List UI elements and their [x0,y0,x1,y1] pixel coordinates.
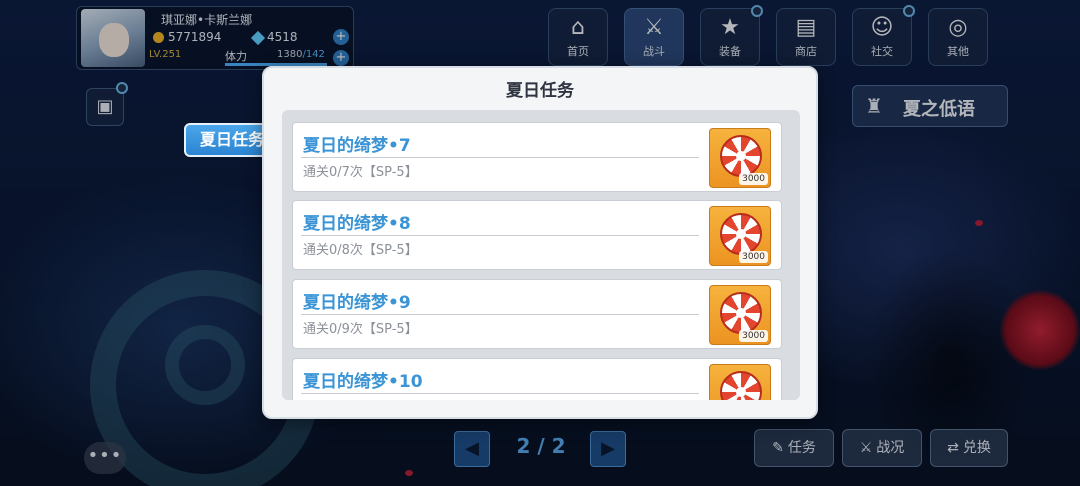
candy-center [736,151,746,161]
reward-item[interactable]: 3000 [709,128,771,188]
reward-item[interactable] [709,364,771,400]
mission-row[interactable]: 夏日的绮梦•10 [292,358,782,400]
mission-name: 夏日的绮梦•10 [303,372,423,392]
reward-count: 3000 [739,330,768,342]
mission-list[interactable]: 夏日的绮梦•7 通关0/7次【SP-5】 3000 夏日的绮梦•8 通关0/8次【SP-… [282,110,800,400]
divider [301,157,699,158]
candy-center [736,229,746,239]
candy-center [736,387,746,397]
summer-mission-dialog: 夏日任务 夏日的绮梦•7 通关0/7次【SP-5】 3000 夏日的绮梦•8 通关0/8… [262,66,818,419]
mission-row[interactable]: 夏日的绮梦•7 通关0/7次【SP-5】 3000 [292,122,782,192]
mission-row[interactable]: 夏日的绮梦•9 通关0/9次【SP-5】 3000 [292,279,782,349]
dialog-title: 夏日任务 [506,81,574,101]
reward-count: 3000 [739,173,768,185]
divider [301,393,699,394]
divider [301,235,699,236]
mission-name: 夏日的绮梦•8 [303,214,411,234]
reward-count: 3000 [739,251,768,263]
mission-name: 夏日的绮梦•7 [303,136,411,156]
mission-name: 夏日的绮梦•9 [303,293,411,313]
reward-item[interactable]: 3000 [709,206,771,266]
candy-center [736,308,746,318]
mission-row[interactable]: 夏日的绮梦•8 通关0/8次【SP-5】 3000 [292,200,782,270]
mission-progress: 通关0/9次【SP-5】 [303,322,418,337]
mission-progress: 通关0/7次【SP-5】 [303,165,418,180]
mission-progress: 通关0/8次【SP-5】 [303,243,418,258]
reward-item[interactable]: 3000 [709,285,771,345]
divider [301,314,699,315]
